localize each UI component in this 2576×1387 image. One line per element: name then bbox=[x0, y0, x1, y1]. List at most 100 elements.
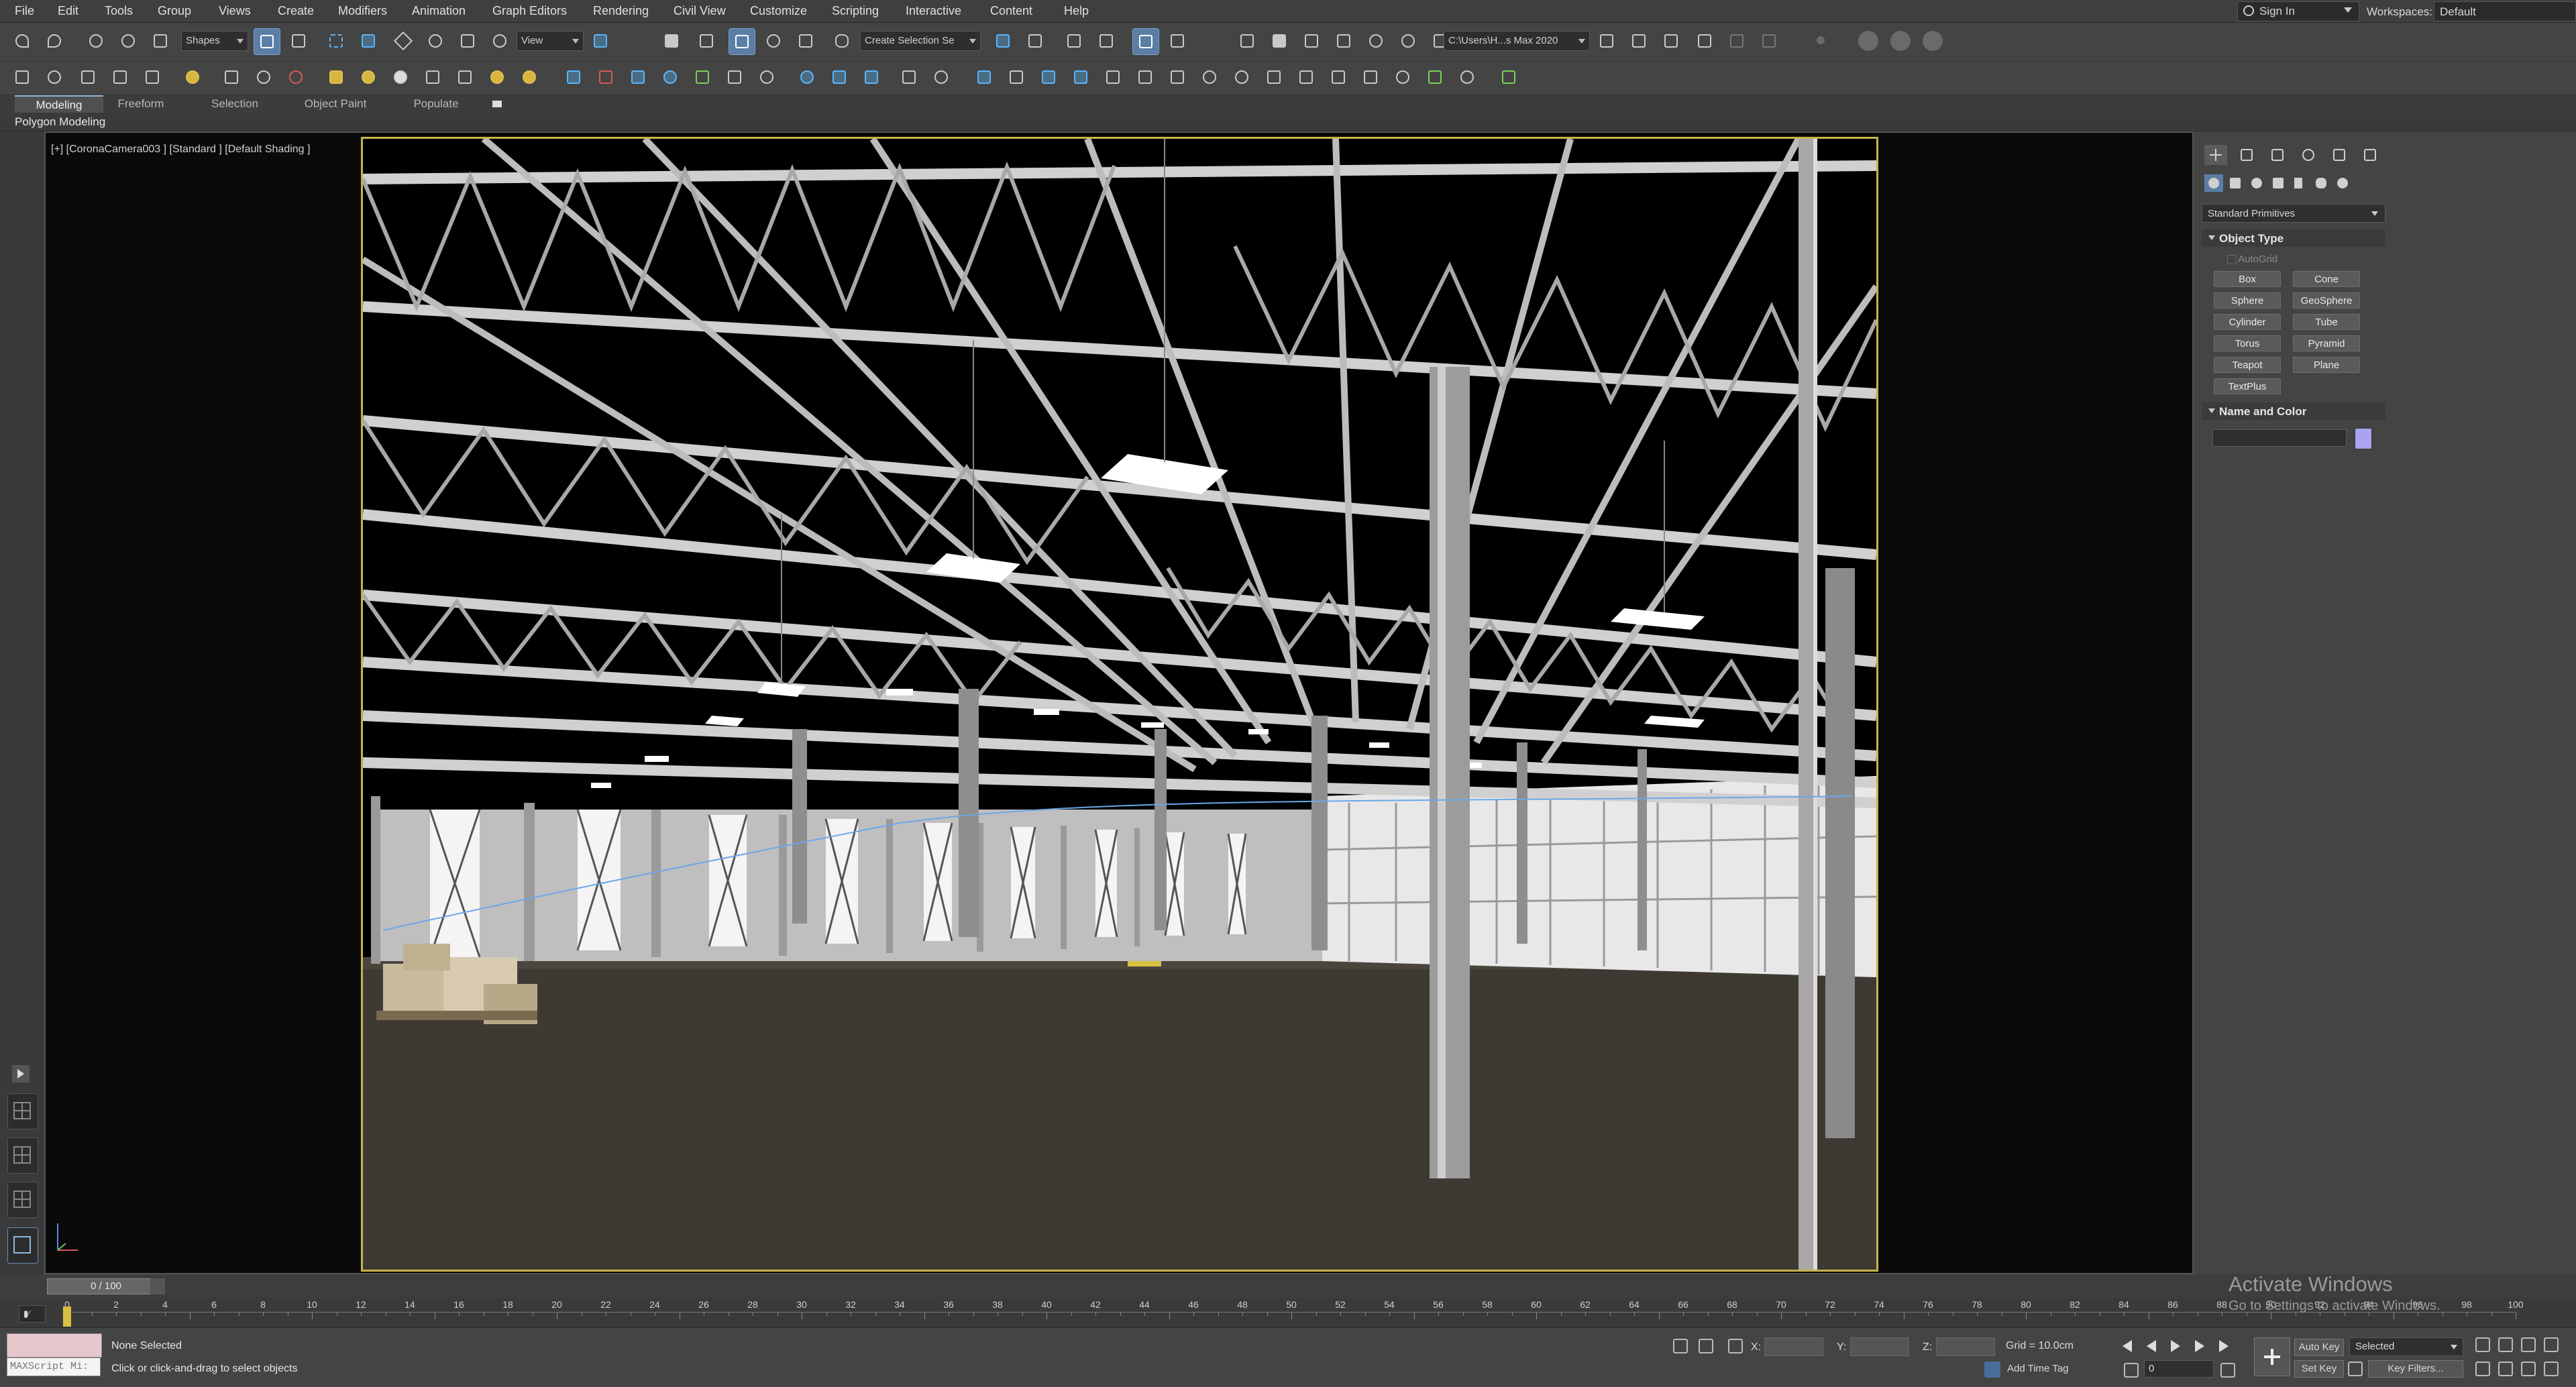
torus-button[interactable]: Torus bbox=[2214, 335, 2281, 351]
tool-book-button[interactable] bbox=[1100, 64, 1126, 90]
tool-forest-button[interactable] bbox=[1068, 64, 1093, 90]
polygon-modeling-panel[interactable]: Polygon Modeling bbox=[15, 115, 105, 129]
corona-settings-button[interactable] bbox=[896, 64, 922, 90]
pivot-center-button[interactable] bbox=[588, 28, 613, 54]
menu-civil-view[interactable]: Civil View bbox=[674, 4, 726, 18]
keyboard-shortcut-override-button[interactable] bbox=[659, 28, 684, 54]
primitive-category-dropdown[interactable]: Standard Primitives bbox=[2202, 204, 2385, 223]
tool-particles-button[interactable] bbox=[1036, 64, 1061, 90]
time-slider-thumb[interactable]: 0 / 100 bbox=[47, 1278, 165, 1294]
tool-eye-button[interactable] bbox=[1390, 64, 1415, 90]
open-mini-curve-editor-button[interactable]: ▮⁄ bbox=[19, 1305, 46, 1323]
maxscript-listener-input[interactable] bbox=[7, 1333, 102, 1357]
scale-button[interactable] bbox=[455, 28, 480, 54]
next-frame-button[interactable] bbox=[2192, 1337, 2210, 1355]
name-and-color-rollout[interactable]: Name and Color bbox=[2202, 402, 2385, 420]
maxscript-mini-listener[interactable]: MAXScript Mi: bbox=[7, 1357, 101, 1376]
corona-chaos-scatter-button[interactable] bbox=[690, 64, 715, 90]
tab-populate[interactable]: Populate bbox=[402, 95, 470, 115]
edit-named-selection-button[interactable] bbox=[829, 28, 855, 54]
corona-converter-button[interactable] bbox=[219, 64, 244, 90]
layout-button-2[interactable] bbox=[7, 1138, 38, 1174]
pyramid-button[interactable]: Pyramid bbox=[2293, 335, 2360, 351]
move-button[interactable] bbox=[390, 28, 416, 54]
sign-in-dropdown[interactable]: Sign In bbox=[2237, 1, 2359, 21]
menu-rendering[interactable]: Rendering bbox=[593, 4, 649, 18]
z-coordinate-field[interactable] bbox=[1936, 1337, 1995, 1356]
tool-chevron-button[interactable] bbox=[1422, 64, 1448, 90]
menu-animation[interactable]: Animation bbox=[412, 4, 466, 18]
utilities-panel-tab[interactable] bbox=[2359, 145, 2381, 165]
sphere-button[interactable]: Sphere bbox=[2214, 292, 2281, 309]
hierarchy-panel-tab[interactable] bbox=[2266, 145, 2289, 165]
tool-lightbulb-button[interactable] bbox=[971, 64, 997, 90]
crossing-tool-button[interactable] bbox=[1724, 28, 1750, 54]
ribbon-toggle-button[interactable] bbox=[1132, 28, 1159, 55]
menu-group[interactable]: Group bbox=[158, 4, 191, 18]
select-by-name-button[interactable] bbox=[286, 28, 311, 54]
corona-rect-light-button[interactable] bbox=[323, 64, 349, 90]
angle-snap-button[interactable] bbox=[729, 28, 755, 55]
corona-vfb-button[interactable] bbox=[107, 64, 133, 90]
go-to-start-button[interactable] bbox=[2120, 1337, 2137, 1355]
box-button[interactable]: Box bbox=[2214, 271, 2281, 287]
geosphere-button[interactable]: GeoSphere bbox=[2293, 292, 2360, 309]
undo-button[interactable] bbox=[9, 28, 35, 54]
pan-icon[interactable] bbox=[2498, 1362, 2513, 1376]
motion-panel-tab[interactable] bbox=[2297, 145, 2320, 165]
menu-interactive[interactable]: Interactive bbox=[906, 4, 961, 18]
set-keys-button[interactable] bbox=[2254, 1337, 2290, 1376]
time-slider-next-button[interactable] bbox=[150, 1278, 165, 1294]
expand-layout-button[interactable] bbox=[12, 1065, 30, 1083]
perspective-viewport[interactable]: [+] [CoronaCamera003 ] [Standard ] [Defa… bbox=[44, 131, 2194, 1274]
object-name-field[interactable] bbox=[2212, 429, 2347, 447]
corona-cloud-button[interactable] bbox=[42, 64, 67, 90]
cylinder-button[interactable]: Cylinder bbox=[2214, 314, 2281, 330]
layout-button-3[interactable] bbox=[7, 1182, 38, 1218]
isolate-selection-icon[interactable] bbox=[1673, 1339, 1688, 1353]
corona-volume-button[interactable] bbox=[625, 64, 651, 90]
menu-content[interactable]: Content bbox=[990, 4, 1032, 18]
named-selection-dropdown[interactable]: Create Selection Se bbox=[860, 31, 981, 51]
corona-light-button[interactable] bbox=[180, 64, 205, 90]
tool-window-button[interactable] bbox=[1293, 64, 1319, 90]
systems-subtab[interactable] bbox=[2333, 174, 2352, 192]
tool-gear-button[interactable] bbox=[1229, 64, 1254, 90]
tab-object-paint[interactable]: Object Paint bbox=[295, 95, 376, 115]
bind-space-warp-button[interactable] bbox=[148, 28, 173, 54]
selection-lock-icon[interactable] bbox=[1699, 1339, 1713, 1353]
display-panel-tab[interactable] bbox=[2328, 145, 2351, 165]
menu-views[interactable]: Views bbox=[219, 4, 251, 18]
tool-gears-button[interactable] bbox=[1326, 64, 1351, 90]
menu-edit[interactable]: Edit bbox=[58, 4, 78, 18]
align-button[interactable] bbox=[1022, 28, 1048, 54]
reference-coordinate-dropdown[interactable]: View bbox=[517, 31, 584, 51]
move-gizmo-button[interactable] bbox=[1756, 28, 1782, 54]
track-ruler[interactable]: 0 2 4 6 8 10 12 14 16 18 20 22 24 26 28 30 32 34 36 38 40 42 4… bbox=[64, 1299, 2524, 1327]
cone-button[interactable]: Cone bbox=[2293, 271, 2360, 287]
corona-scatter-button[interactable] bbox=[561, 64, 586, 90]
key-filter-icon[interactable] bbox=[2348, 1362, 2363, 1376]
field-of-view-icon[interactable] bbox=[2475, 1362, 2490, 1376]
project-path-dropdown[interactable]: C:\Users\H...s Max 2020 bbox=[1444, 31, 1590, 51]
layer-explorer-button[interactable] bbox=[1093, 28, 1119, 54]
corona-sky-button[interactable] bbox=[517, 64, 542, 90]
set-key-button[interactable]: Set Key bbox=[2294, 1360, 2344, 1378]
shapes-subtab[interactable] bbox=[2226, 174, 2245, 192]
zoom-all-icon[interactable] bbox=[2498, 1337, 2513, 1352]
snaps-toggle-button[interactable] bbox=[694, 28, 719, 54]
key-mode-icon[interactable] bbox=[2124, 1363, 2139, 1378]
unlink-button[interactable] bbox=[115, 28, 141, 54]
corona-interactive-button[interactable] bbox=[283, 64, 309, 90]
corona-sun-button[interactable] bbox=[484, 64, 510, 90]
workspace-select[interactable]: Default bbox=[2434, 1, 2576, 21]
render-production-button[interactable] bbox=[1363, 28, 1389, 54]
y-coordinate-field[interactable] bbox=[1850, 1337, 1909, 1356]
container-update-button[interactable] bbox=[1658, 28, 1684, 54]
absolute-mode-icon[interactable] bbox=[1728, 1339, 1743, 1353]
tool-expand-button[interactable] bbox=[1496, 64, 1521, 90]
mirror-button[interactable] bbox=[990, 28, 1016, 54]
object-type-rollout[interactable]: Object Type bbox=[2202, 229, 2385, 247]
window-crossing-button[interactable] bbox=[356, 28, 381, 54]
tool-frame-button[interactable] bbox=[1358, 64, 1383, 90]
